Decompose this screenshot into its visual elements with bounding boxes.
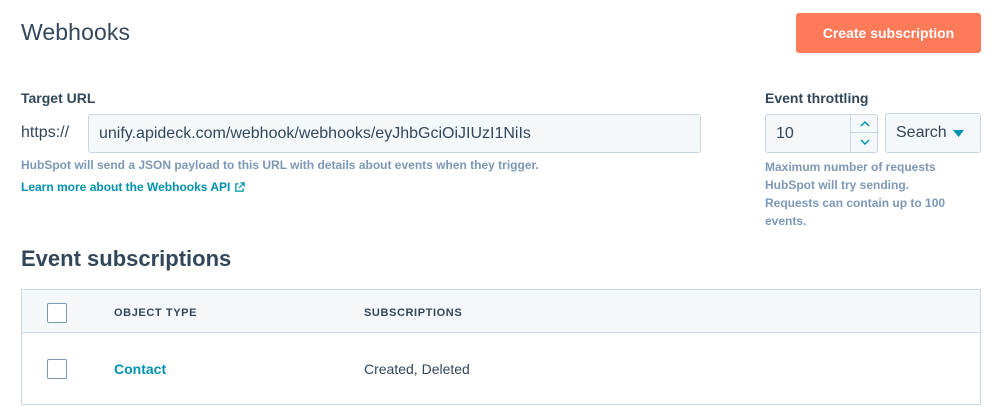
chevron-up-icon: [859, 120, 870, 127]
target-url-label: Target URL: [21, 90, 96, 106]
event-throttling-help-text: Maximum number of requests HubSpot will …: [765, 160, 946, 228]
stepper-decrement-button[interactable]: [851, 133, 877, 151]
page-title: Webhooks: [21, 19, 131, 45]
column-header-subscriptions[interactable]: SUBSCRIPTIONS: [364, 307, 462, 319]
table-header: OBJECT TYPE SUBSCRIPTIONS: [22, 290, 980, 333]
throttle-number-field: [765, 114, 878, 153]
throttle-stepper: [850, 115, 877, 152]
event-throttling-label: Event throttling: [765, 90, 869, 106]
chevron-down-icon: [859, 138, 870, 145]
target-url-help-text: HubSpot will send a JSON payload to this…: [21, 158, 539, 172]
caret-down-icon: [952, 129, 964, 137]
target-url-input[interactable]: [88, 114, 701, 153]
url-prefix: https://: [21, 124, 70, 141]
event-subscriptions-table: OBJECT TYPE SUBSCRIPTIONS Contact Create…: [21, 289, 981, 405]
stepper-increment-button[interactable]: [851, 115, 877, 133]
throttle-number-input[interactable]: [766, 115, 850, 152]
object-type-link[interactable]: Contact: [114, 361, 166, 377]
create-subscription-button[interactable]: Create subscription: [796, 13, 981, 53]
learn-more-webhooks-link[interactable]: Learn more about the Webhooks API: [21, 180, 246, 194]
external-link-icon: [235, 181, 246, 192]
throttle-type-select[interactable]: Search: [885, 113, 981, 153]
select-all-checkbox[interactable]: [47, 303, 67, 323]
column-header-object-type[interactable]: OBJECT TYPE: [114, 307, 197, 319]
event-subscriptions-title: Event subscriptions: [21, 246, 232, 271]
throttle-type-value: Search: [896, 124, 947, 141]
subscriptions-cell: Created, Deleted: [364, 361, 470, 377]
learn-more-link-label: Learn more about the Webhooks API: [21, 180, 231, 194]
table-row: Contact Created, Deleted: [22, 333, 980, 404]
row-checkbox[interactable]: [47, 359, 67, 379]
